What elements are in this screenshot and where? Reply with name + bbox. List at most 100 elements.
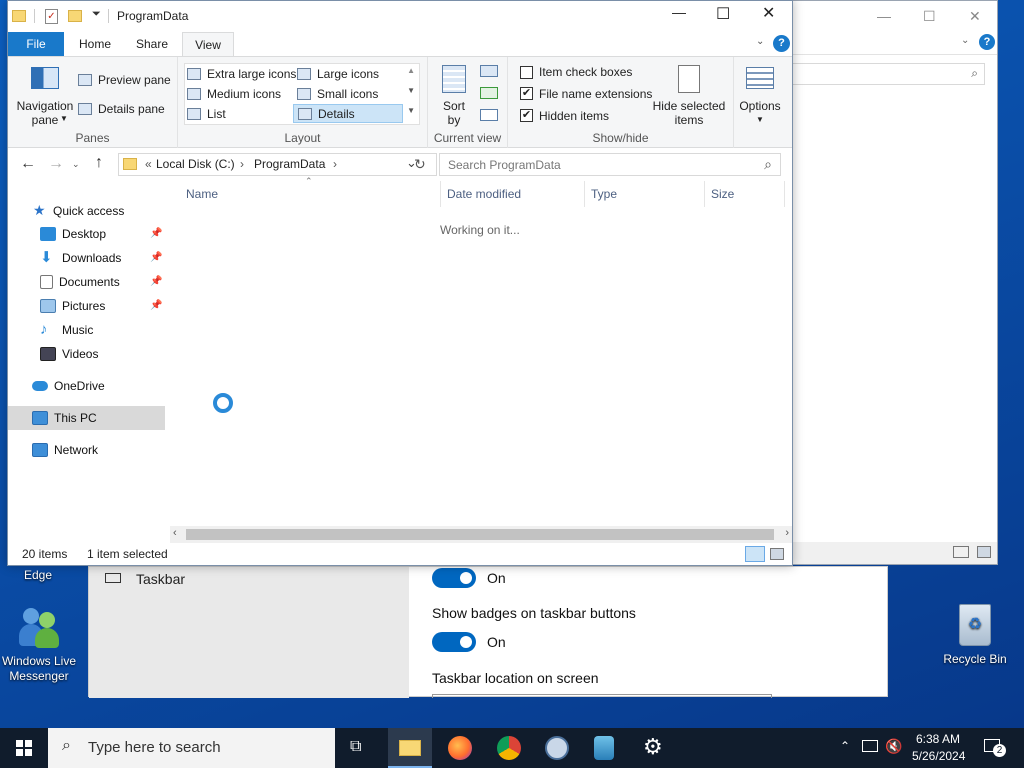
- address-overflow[interactable]: «: [145, 157, 152, 171]
- layout-large-icons[interactable]: Large icons: [297, 67, 379, 81]
- background-search-box[interactable]: ⌕: [789, 63, 985, 85]
- volume-muted-icon[interactable]: 🔇: [885, 738, 902, 755]
- layout-extra-large-icons[interactable]: Extra large icons: [187, 67, 296, 81]
- options-button[interactable]: Options ▼: [736, 63, 784, 127]
- scroll-right-icon[interactable]: ›: [785, 527, 789, 539]
- maximize-button[interactable]: ☐: [716, 4, 730, 24]
- tab-view[interactable]: View: [182, 32, 234, 56]
- column-divider[interactable]: [784, 181, 785, 207]
- help-icon[interactable]: ?: [773, 35, 790, 52]
- layout-small-icons[interactable]: Small icons: [297, 87, 378, 101]
- pin-icon[interactable]: 📌: [150, 294, 162, 318]
- minimize-icon[interactable]: —: [877, 8, 891, 24]
- chevron-right-icon[interactable]: ›: [240, 157, 244, 171]
- nav-item-downloads[interactable]: ⬇ Downloads 📌: [40, 246, 165, 270]
- taskbar-location-dropdown[interactable]: [432, 694, 772, 698]
- large-icons-view-icon[interactable]: [977, 546, 991, 558]
- column-divider[interactable]: [584, 181, 585, 207]
- nav-this-pc[interactable]: This PC: [8, 406, 165, 430]
- network-status-icon[interactable]: [862, 740, 878, 752]
- file-explorer-window[interactable]: ✓ ⏷ ProgramData — ☐ ✕ File Home Share Vi…: [7, 0, 793, 566]
- details-view-icon[interactable]: [953, 546, 969, 558]
- notification-center-button[interactable]: 2: [982, 737, 1006, 757]
- layout-details[interactable]: Details: [293, 104, 403, 123]
- item-check-boxes-checkbox[interactable]: [520, 66, 533, 79]
- back-arrow-icon[interactable]: ←: [20, 155, 36, 173]
- tab-file[interactable]: File: [8, 32, 64, 56]
- preview-pane-button[interactable]: Preview pane: [78, 73, 171, 87]
- nav-item-pictures[interactable]: Pictures 📌: [40, 294, 165, 318]
- maximize-icon[interactable]: ☐: [923, 8, 936, 25]
- chevron-right-icon[interactable]: ›: [333, 157, 337, 171]
- large-icons-view-icon[interactable]: [770, 548, 784, 560]
- taskbar-search-box[interactable]: ⌕ Type here to search: [48, 728, 335, 768]
- address-bar[interactable]: « Local Disk (C:) › ProgramData › ⌄: [118, 153, 437, 176]
- customize-quick-access-icon[interactable]: ⏷: [92, 8, 101, 21]
- toggle-switch-1[interactable]: [432, 568, 476, 588]
- nav-item-documents[interactable]: Documents 📌: [40, 270, 165, 294]
- toggle-switch-2[interactable]: [432, 632, 476, 652]
- nav-quick-access[interactable]: ★ Quick access: [33, 198, 124, 222]
- size-columns-icon[interactable]: [480, 109, 498, 121]
- recent-locations-icon[interactable]: ⌄: [72, 159, 80, 170]
- nav-onedrive[interactable]: OneDrive: [32, 374, 105, 398]
- hidden-items-checkbox[interactable]: ✔: [520, 109, 533, 122]
- nav-item-music[interactable]: ♪ Music: [40, 318, 93, 342]
- refresh-icon[interactable]: ↻: [414, 156, 426, 173]
- layout-list[interactable]: List: [187, 107, 226, 121]
- show-hidden-icons-icon[interactable]: ⌃: [840, 739, 850, 753]
- chrome-icon[interactable]: [497, 736, 521, 760]
- firefox-icon[interactable]: [448, 736, 472, 760]
- scrollbar-thumb[interactable]: [186, 529, 774, 540]
- minimize-button[interactable]: —: [672, 4, 686, 20]
- help-icon[interactable]: ?: [979, 34, 995, 50]
- column-header-name[interactable]: Name: [186, 187, 218, 201]
- layout-medium-icons[interactable]: Medium icons: [187, 87, 281, 101]
- breadcrumb-programdata[interactable]: ProgramData: [254, 157, 325, 171]
- forward-arrow-icon[interactable]: →: [48, 155, 64, 173]
- tab-share[interactable]: Share: [126, 32, 178, 56]
- desktop-icon-messenger[interactable]: Windows Live Messenger: [0, 604, 78, 684]
- column-divider[interactable]: [440, 181, 441, 207]
- start-button[interactable]: [16, 740, 32, 756]
- breadcrumb-local-disk[interactable]: Local Disk (C:): [156, 157, 235, 171]
- app-icon[interactable]: [594, 736, 614, 760]
- file-name-extensions-checkbox[interactable]: ✔: [520, 87, 533, 100]
- task-view-icon[interactable]: ⧉: [350, 738, 361, 756]
- new-folder-icon[interactable]: [68, 10, 82, 22]
- close-icon[interactable]: ✕: [969, 8, 981, 25]
- nav-item-videos[interactable]: Videos: [40, 342, 98, 366]
- desktop-icon-edge[interactable]: Edge: [10, 568, 66, 582]
- column-header-size[interactable]: Size: [711, 187, 734, 201]
- pin-icon[interactable]: 📌: [150, 246, 162, 270]
- clock-time[interactable]: 6:38 AM: [916, 732, 960, 746]
- taskbar-file-explorer[interactable]: [388, 728, 432, 768]
- properties-icon[interactable]: ✓: [45, 9, 58, 24]
- clock-date[interactable]: 5/26/2024: [912, 749, 965, 763]
- close-button[interactable]: ✕: [762, 3, 775, 23]
- scroll-down-icon[interactable]: ▼: [407, 86, 415, 95]
- pin-icon[interactable]: 📌: [150, 222, 162, 246]
- column-header-date-modified[interactable]: Date modified: [447, 187, 521, 201]
- tab-home[interactable]: Home: [70, 32, 120, 56]
- horizontal-scrollbar[interactable]: ‹ ›: [170, 526, 792, 543]
- up-arrow-icon[interactable]: ↑: [95, 154, 103, 172]
- scroll-up-icon[interactable]: ▲: [407, 66, 415, 75]
- background-explorer-window[interactable]: — ☐ ✕ ⌄ ? ⌕: [780, 0, 998, 565]
- taskbar-search-input[interactable]: Type here to search: [88, 739, 221, 756]
- details-view-icon[interactable]: [745, 546, 765, 562]
- chevron-down-icon[interactable]: ⌄: [756, 36, 764, 47]
- search-input[interactable]: Search ProgramData: [448, 158, 561, 172]
- chevron-down-icon[interactable]: ⌄: [961, 35, 969, 46]
- search-box[interactable]: Search ProgramData ⌕: [439, 153, 781, 176]
- settings-nav-taskbar[interactable]: Taskbar: [89, 567, 409, 591]
- hide-selected-items-button[interactable]: Hide selected items: [650, 63, 728, 127]
- add-columns-icon[interactable]: [480, 87, 498, 99]
- nav-item-desktop[interactable]: Desktop 📌: [40, 222, 165, 246]
- column-divider[interactable]: [704, 181, 705, 207]
- details-pane-button[interactable]: Details pane: [78, 102, 165, 116]
- nav-network[interactable]: Network: [32, 438, 98, 462]
- settings-gear-icon[interactable]: ⚙: [643, 734, 663, 760]
- scroll-left-icon[interactable]: ‹: [173, 527, 177, 539]
- network-tool-icon[interactable]: [545, 736, 569, 760]
